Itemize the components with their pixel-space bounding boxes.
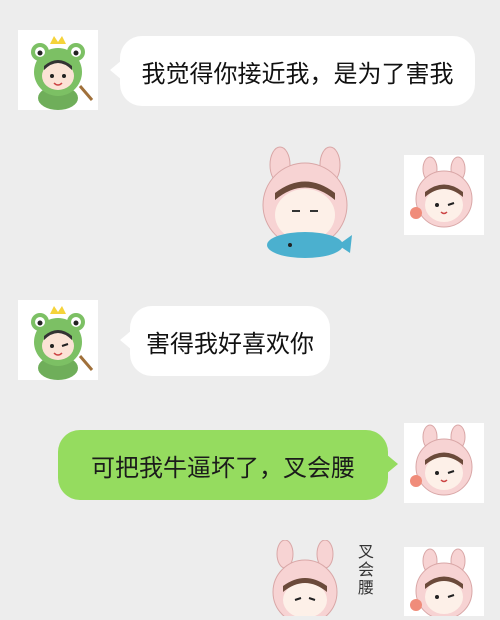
girl-hands-on-hips-sticker[interactable]	[265, 539, 345, 620]
message-row	[0, 140, 500, 280]
message-bubble[interactable]: 可把我牛逼坏了，叉会腰	[58, 430, 398, 500]
bunny-girl-avatar[interactable]	[404, 547, 484, 616]
message-row: 害得我好喜欢你	[0, 290, 500, 390]
girl-hugging-whale-sticker[interactable]	[250, 145, 360, 270]
bunny-girl-avatar[interactable]	[404, 423, 484, 503]
message-text: 可把我牛逼坏了，叉会腰	[91, 453, 355, 482]
message-text: 害得我好喜欢你	[146, 329, 314, 358]
bunny-girl-avatar[interactable]	[404, 155, 484, 235]
frog-boy-avatar[interactable]	[18, 300, 98, 380]
message-bubble[interactable]: 害得我好喜欢你	[120, 306, 330, 376]
message-row: 可把我牛逼坏了，叉会腰	[0, 410, 500, 520]
message-row: 我觉得你接近我，是为了害我	[0, 0, 500, 120]
message-text: 我觉得你接近我，是为了害我	[141, 59, 454, 88]
message-bubble[interactable]: 我觉得你接近我，是为了害我	[110, 36, 475, 106]
sticker-caption: 叉会腰	[355, 543, 374, 597]
message-row: 叉会腰	[0, 535, 500, 620]
frog-boy-avatar[interactable]	[18, 30, 98, 110]
